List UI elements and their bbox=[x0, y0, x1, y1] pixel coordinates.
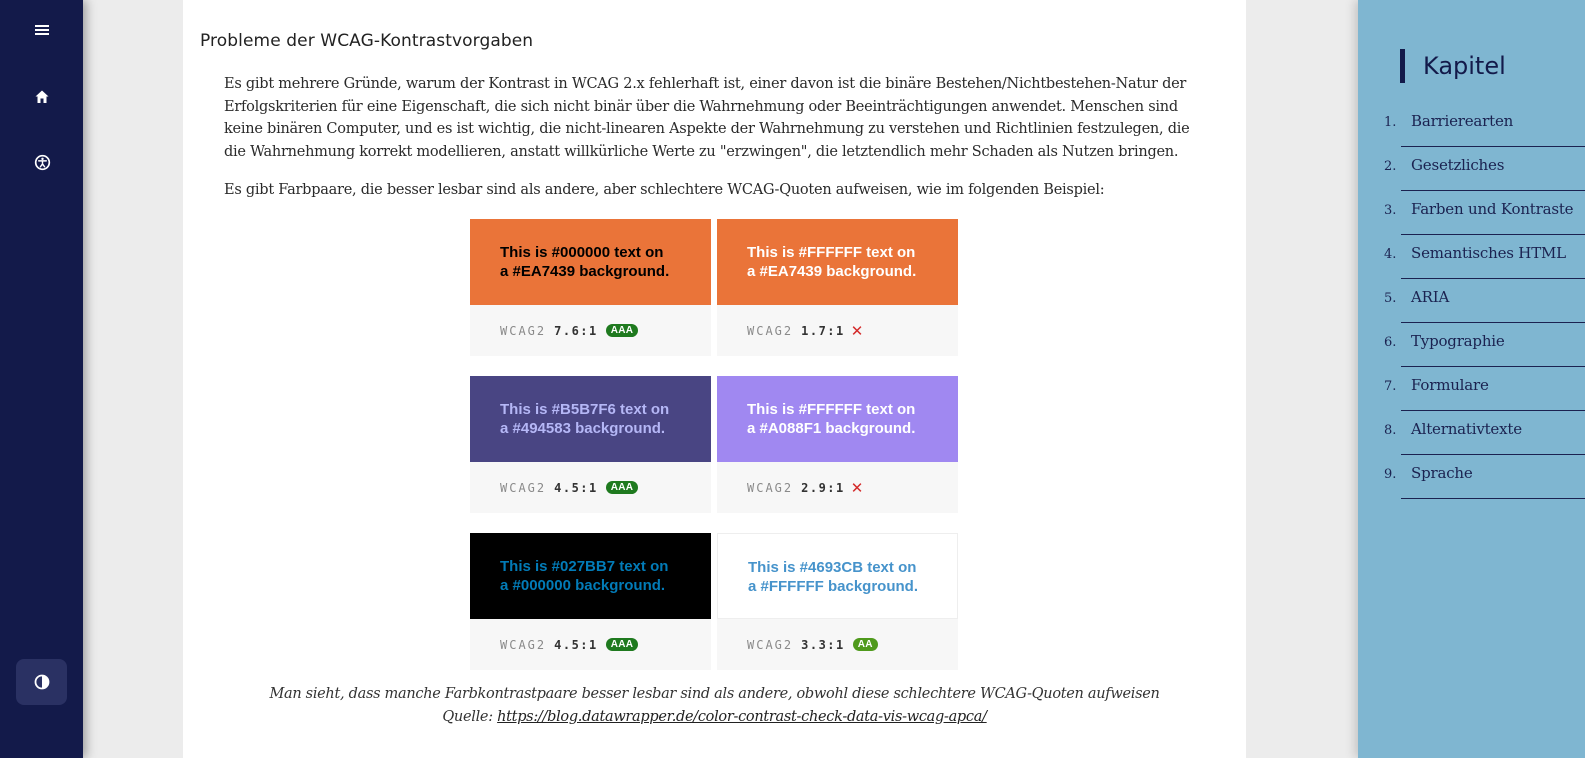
chapter-item[interactable]: 3. Farben und Kontraste bbox=[1358, 191, 1585, 235]
chapter-item[interactable]: 2. Gesetzliches bbox=[1358, 147, 1585, 191]
chapter-label[interactable]: ARIA bbox=[1411, 288, 1449, 306]
chapter-label[interactable]: Sprache bbox=[1411, 464, 1473, 482]
contrast-meta: WCAG2 3.3:1 AA bbox=[717, 619, 958, 670]
home-icon[interactable] bbox=[25, 80, 59, 114]
contrast-icon bbox=[34, 674, 49, 690]
contrast-ratio: 1.7:1 bbox=[801, 323, 845, 338]
section-heading: Probleme der WCAG-Kontrastvorgaben bbox=[200, 31, 534, 51]
chapter-label[interactable]: Typographie bbox=[1411, 332, 1505, 350]
wcag-label: WCAG2 bbox=[500, 480, 547, 495]
contrast-meta: WCAG2 4.5:1 AAA bbox=[470, 619, 711, 670]
chapter-number: 1. bbox=[1384, 115, 1397, 130]
contrast-meta: WCAG2 4.5:1 AAA bbox=[470, 462, 711, 513]
contrast-card: This is #4693CB text on a #FFFFFF backgr… bbox=[717, 533, 958, 670]
contrast-card: This is #FFFFFF text on a #EA7439 backgr… bbox=[717, 219, 958, 356]
contrast-meta: WCAG2 2.9:1 ✕ bbox=[717, 462, 958, 513]
color-swatch: This is #FFFFFF text on a #A088F1 backgr… bbox=[717, 376, 958, 462]
chapter-label[interactable]: Barrierearten bbox=[1411, 112, 1513, 130]
swatch-text-line1: This is #027BB7 text on bbox=[500, 558, 669, 575]
contrast-ratio: 3.3:1 bbox=[801, 637, 845, 652]
fail-icon: ✕ bbox=[850, 321, 864, 340]
rating-badge: AAA bbox=[605, 481, 639, 494]
wcag-label: WCAG2 bbox=[500, 323, 547, 338]
paragraph-color-pairs: Es gibt Farbpaare, die besser lesbar sin… bbox=[224, 182, 1105, 198]
chapter-number: 5. bbox=[1384, 291, 1397, 306]
chapter-number: 3. bbox=[1384, 203, 1397, 218]
chapter-number: 2. bbox=[1384, 159, 1397, 174]
contrast-ratio: 4.5:1 bbox=[554, 637, 598, 652]
contrast-example-figure: This is #000000 text on a #EA7439 backgr… bbox=[470, 219, 958, 671]
swatch-text-line1: This is #FFFFFF text on bbox=[747, 401, 916, 418]
chapter-item[interactable]: 6. Typographie bbox=[1358, 323, 1585, 367]
caption-text: Man sieht, dass manche Farbkontrastpaare… bbox=[269, 686, 1160, 702]
chapter-label[interactable]: Alternativtexte bbox=[1411, 420, 1522, 438]
chapter-number: 8. bbox=[1384, 423, 1397, 438]
swatch-text-line2: a #494583 background. bbox=[500, 420, 666, 437]
chapter-panel: Kapitel 1. Barrierearten 2. Gesetzliches 3… bbox=[1358, 0, 1585, 758]
rating-badge: AA bbox=[852, 638, 878, 651]
chapter-item[interactable]: 8. Alternativtexte bbox=[1358, 411, 1585, 455]
contrast-meta: WCAG2 1.7:1 ✕ bbox=[717, 305, 958, 356]
chapter-label[interactable]: Formulare bbox=[1411, 376, 1489, 394]
figure-caption: Man sieht, dass manche Farbkontrastpaare… bbox=[183, 683, 1246, 729]
contrast-ratio: 7.6:1 bbox=[554, 323, 598, 338]
swatch-text-line2: a #EA7439 background. bbox=[500, 263, 670, 280]
source-link[interactable]: https://blog.datawrapper.de/color-contra… bbox=[497, 709, 987, 725]
rating-badge: AAA bbox=[605, 324, 639, 337]
chapter-number: 7. bbox=[1384, 379, 1397, 394]
color-swatch: This is #000000 text on a #EA7439 backgr… bbox=[470, 219, 711, 305]
swatch-text-line1: This is #FFFFFF text on bbox=[747, 244, 916, 261]
chapter-number: 6. bbox=[1384, 335, 1397, 350]
chapter-item[interactable]: 9. Sprache bbox=[1358, 455, 1585, 499]
chapter-number: 4. bbox=[1384, 247, 1397, 262]
color-swatch: This is #FFFFFF text on a #EA7439 backgr… bbox=[717, 219, 958, 305]
contrast-meta: WCAG2 7.6:1 AAA bbox=[470, 305, 711, 356]
chapter-number: 9. bbox=[1384, 467, 1397, 482]
swatch-text-line2: a #EA7439 background. bbox=[747, 263, 917, 280]
source-prefix: Quelle: bbox=[442, 709, 498, 725]
wcag-label: WCAG2 bbox=[500, 637, 547, 652]
chapter-label[interactable]: Farben und Kontraste bbox=[1411, 200, 1574, 218]
contrast-card: This is #027BB7 text on a #000000 backgr… bbox=[470, 533, 711, 670]
chapter-divider bbox=[1401, 498, 1585, 499]
contrast-toggle-button[interactable] bbox=[16, 659, 67, 705]
chapter-list: 1. Barrierearten 2. Gesetzliches 3. Farben … bbox=[1358, 103, 1585, 499]
wcag-label: WCAG2 bbox=[747, 637, 794, 652]
swatch-text-line1: This is #000000 text on bbox=[500, 244, 664, 261]
accessibility-icon[interactable] bbox=[25, 145, 59, 179]
left-navigation bbox=[0, 0, 83, 758]
contrast-card: This is #B5B7F6 text on a #494583 backgr… bbox=[470, 376, 711, 513]
chapter-title-accent bbox=[1400, 49, 1405, 83]
chapter-item[interactable]: 7. Formulare bbox=[1358, 367, 1585, 411]
chapter-title: Kapitel bbox=[1423, 52, 1506, 80]
chapter-item[interactable]: 1. Barrierearten bbox=[1358, 103, 1585, 147]
swatch-text-line1: This is #B5B7F6 text on bbox=[500, 401, 670, 418]
contrast-card: This is #FFFFFF text on a #A088F1 backgr… bbox=[717, 376, 958, 513]
fail-icon: ✕ bbox=[850, 478, 864, 497]
contrast-ratio: 2.9:1 bbox=[801, 480, 845, 495]
contrast-card: This is #000000 text on a #EA7439 backgr… bbox=[470, 219, 711, 356]
color-swatch: This is #027BB7 text on a #000000 backgr… bbox=[470, 533, 711, 619]
paragraph-wcag-problems: Es gibt mehrere Gründe, warum der Kontra… bbox=[224, 76, 1190, 160]
wcag-label: WCAG2 bbox=[747, 323, 794, 338]
rating-badge: AAA bbox=[605, 638, 639, 651]
chapter-label[interactable]: Semantisches HTML bbox=[1411, 244, 1566, 262]
swatch-text-line2: a #A088F1 background. bbox=[747, 420, 916, 437]
color-swatch: This is #4693CB text on a #FFFFFF backgr… bbox=[717, 533, 958, 619]
hamburger-menu-icon[interactable] bbox=[25, 13, 59, 47]
chapter-item[interactable]: 4. Semantisches HTML bbox=[1358, 235, 1585, 279]
color-swatch: This is #B5B7F6 text on a #494583 backgr… bbox=[470, 376, 711, 462]
swatch-text-line2: a #FFFFFF background. bbox=[748, 578, 919, 595]
caption-source: Quelle: https://blog.datawrapper.de/colo… bbox=[183, 706, 1246, 729]
main-content: Probleme der WCAG-Kontrastvorgaben Es gi… bbox=[183, 0, 1246, 758]
wcag-label: WCAG2 bbox=[747, 480, 794, 495]
swatch-text-line2: a #000000 background. bbox=[500, 577, 666, 594]
chapter-item[interactable]: 5. ARIA bbox=[1358, 279, 1585, 323]
contrast-ratio: 4.5:1 bbox=[554, 480, 598, 495]
swatch-text-line1: This is #4693CB text on bbox=[748, 559, 917, 576]
chapter-label[interactable]: Gesetzliches bbox=[1411, 156, 1504, 174]
